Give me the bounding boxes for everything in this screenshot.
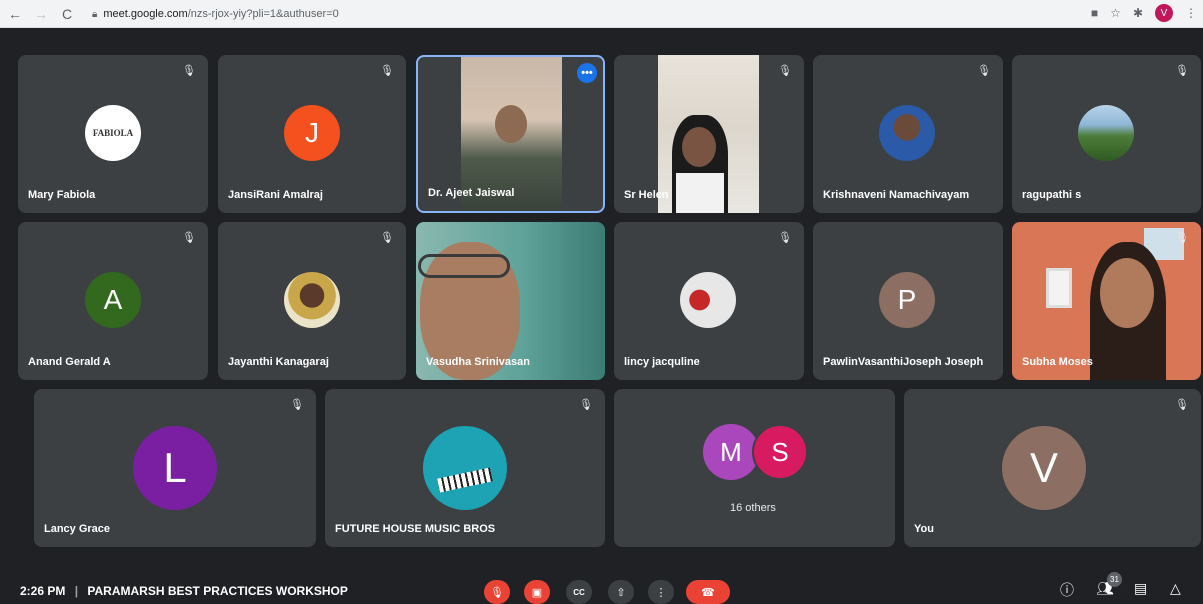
meeting-controls-bar: 2:26 PM | PARAMARSH BEST PRACTICES WORKS… — [0, 572, 1203, 604]
profile-avatar[interactable]: V — [1155, 4, 1173, 22]
camera-indicator-icon[interactable]: ■ — [1091, 6, 1098, 20]
url-host: meet.google.com — [103, 8, 188, 20]
participant-tile[interactable]: 🎙︎ A Anand Gerald A — [18, 222, 208, 380]
meeting-title: PARAMARSH BEST PRACTICES WORKSHOP — [87, 584, 348, 598]
participant-photo — [1078, 105, 1134, 161]
participant-video — [658, 55, 759, 213]
extensions-icon[interactable]: ✱ — [1133, 6, 1143, 20]
participant-photo — [284, 272, 340, 328]
present-screen-button[interactable]: ⇧ — [608, 580, 634, 604]
address-bar[interactable]: 🔒︎ meet.google.com /nzs-rjox-yiy?pli=1&a… — [92, 4, 1072, 24]
participant-name: Jayanthi Kanagaraj — [228, 356, 329, 368]
lock-icon: 🔒︎ — [92, 8, 98, 20]
others-avatar: S — [752, 424, 808, 480]
mic-off-icon: 🎙︎ — [290, 398, 304, 411]
mic-off-icon: 🎙︎ — [778, 64, 792, 77]
info-icon[interactable]: ⓘ — [1060, 580, 1074, 600]
chat-icon[interactable]: ▤ — [1134, 580, 1147, 597]
participant-tile[interactable]: 🎙︎ Jayanthi Kanagaraj — [218, 222, 406, 380]
participant-name: ragupathi s — [1022, 189, 1082, 201]
participant-avatar: J — [284, 105, 340, 161]
meeting-time: 2:26 PM — [20, 584, 66, 598]
mic-off-icon: 🎙︎ — [579, 398, 593, 411]
camera-toggle-button[interactable]: ▣ — [524, 580, 550, 604]
participant-logo: FABIOLA — [85, 105, 141, 161]
more-options-icon[interactable]: ••• — [577, 63, 597, 83]
participant-tile[interactable]: ••• Dr. Ajeet Jaiswal — [416, 55, 605, 213]
participant-name: Lancy Grace — [44, 523, 111, 535]
mic-off-icon: 🎙︎ — [182, 64, 196, 77]
participant-tile[interactable]: Vasudha Srinivasan — [416, 222, 605, 380]
chrome-menu-icon[interactable]: ⋮ — [1185, 6, 1197, 20]
mic-off-icon: 🎙︎ — [1175, 64, 1189, 77]
participant-count-badge: 31 — [1107, 572, 1122, 587]
self-avatar: V — [1002, 426, 1086, 510]
self-name: You — [914, 523, 934, 535]
mic-off-icon: 🎙︎ — [1175, 231, 1189, 244]
leave-call-button[interactable]: ☎︎ — [686, 580, 730, 604]
participant-tile[interactable]: 🎙︎ ragupathi s — [1012, 55, 1201, 213]
mic-off-icon: 🎙︎ — [380, 231, 394, 244]
mic-off-icon: 🎙︎ — [182, 231, 196, 244]
bookmark-star-icon[interactable]: ☆ — [1110, 6, 1121, 20]
others-tile[interactable]: M S 16 others — [614, 389, 895, 547]
captions-button[interactable]: CC — [566, 580, 592, 604]
participant-photo — [680, 272, 736, 328]
participant-name: lincy jacquline — [624, 356, 700, 368]
participant-avatar: P — [879, 272, 935, 328]
participant-name: Dr. Ajeet Jaiswal — [428, 187, 515, 199]
participant-name: Krishnaveni Namachivayam — [823, 189, 970, 201]
browser-toolbar: ← → C 🔒︎ meet.google.com /nzs-rjox-yiy?p… — [0, 0, 1203, 28]
participant-tile[interactable]: P PawlinVasanthiJoseph Joseph — [813, 222, 1003, 380]
meeting-info: 2:26 PM | PARAMARSH BEST PRACTICES WORKS… — [20, 584, 348, 598]
participant-photo — [423, 426, 507, 510]
reload-icon[interactable]: C — [56, 3, 78, 25]
forward-icon[interactable]: → — [30, 3, 52, 25]
participant-name: Sr Helen — [624, 189, 669, 201]
participant-name: Mary Fabiola — [28, 189, 96, 201]
url-path: /nzs-rjox-yiy?pli=1&authuser=0 — [187, 8, 339, 20]
participant-tile[interactable]: 🎙︎ L Lancy Grace — [34, 389, 316, 547]
others-avatar: M — [703, 424, 759, 480]
participant-name: Subha Moses — [1022, 356, 1093, 368]
participant-name: Vasudha Srinivasan — [426, 356, 530, 368]
participant-photo — [879, 105, 935, 161]
participant-name: FUTURE HOUSE MUSIC BROS — [335, 523, 496, 535]
more-options-button[interactable]: ⋮ — [648, 580, 674, 604]
back-icon[interactable]: ← — [4, 3, 26, 25]
participant-name: Anand Gerald A — [28, 356, 111, 368]
participant-tile[interactable]: 🎙︎ FUTURE HOUSE MUSIC BROS — [325, 389, 605, 547]
participant-name: PawlinVasanthiJoseph Joseph — [823, 356, 984, 368]
participant-tile[interactable]: 🎙︎ Sr Helen — [614, 55, 804, 213]
meeting-separator: | — [74, 584, 79, 598]
activities-icon[interactable]: △ — [1170, 580, 1181, 597]
participant-tile[interactable]: 🎙︎ Subha Moses — [1012, 222, 1201, 380]
participant-tile[interactable]: 🎙︎ Krishnaveni Namachivayam — [813, 55, 1003, 213]
participant-tile[interactable]: 🎙︎ lincy jacquline — [614, 222, 804, 380]
mic-off-icon: 🎙︎ — [380, 64, 394, 77]
mic-toggle-button[interactable]: 🎙︎ — [484, 580, 510, 604]
participant-tile[interactable]: 🎙︎ FABIOLA Mary Fabiola — [18, 55, 208, 213]
mic-off-icon: 🎙︎ — [778, 231, 792, 244]
participant-tile[interactable]: 🎙︎ J JansiRani Amalraj — [218, 55, 406, 213]
others-count-label: 16 others — [730, 502, 776, 514]
self-tile[interactable]: 🎙︎ V You — [904, 389, 1201, 547]
participant-avatar: L — [133, 426, 217, 510]
participant-avatar: A — [85, 272, 141, 328]
participant-name: JansiRani Amalraj — [228, 189, 323, 201]
mic-off-icon: 🎙︎ — [1175, 398, 1189, 411]
mic-off-icon: 🎙︎ — [977, 64, 991, 77]
